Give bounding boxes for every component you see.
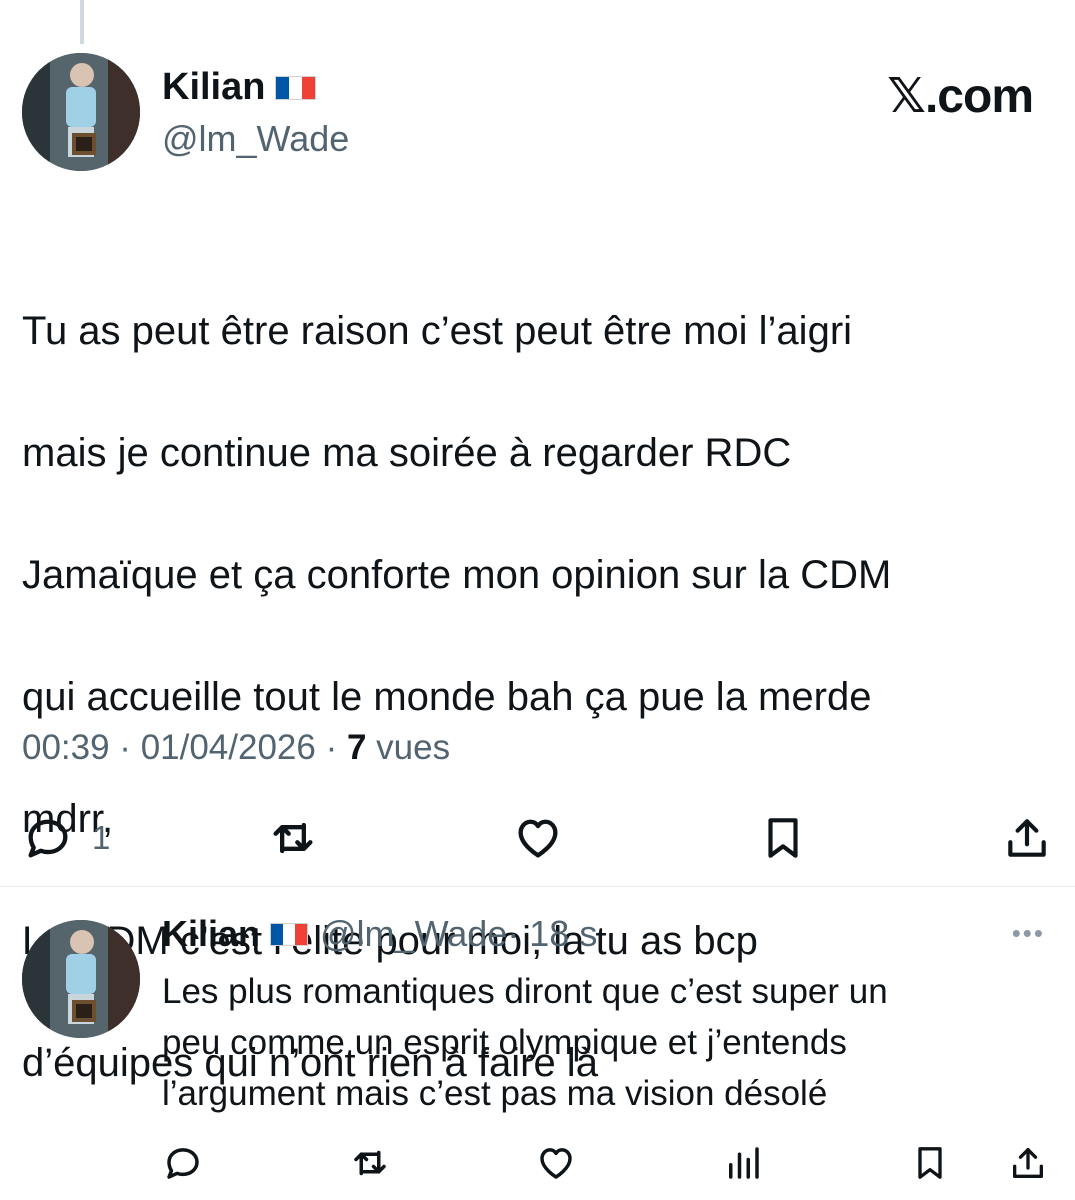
- like-button[interactable]: [534, 1142, 578, 1184]
- tweet-thread-page: Kilian @lm_Wade 𝕏.com Tu as peut être ra…: [0, 0, 1075, 1200]
- bookmark-button[interactable]: [758, 812, 808, 864]
- heart-icon: [540, 1148, 572, 1179]
- reply-author-name[interactable]: Kilian: [162, 913, 260, 955]
- bookmark-icon: [768, 818, 798, 858]
- avatar[interactable]: [22, 53, 140, 171]
- retweet-icon: [273, 822, 313, 854]
- speech-bubble-icon: [28, 819, 68, 858]
- views-button[interactable]: [722, 1142, 764, 1184]
- speech-bubble-icon: [167, 1148, 199, 1179]
- views-count: 7: [346, 728, 367, 767]
- france-flag-icon: [275, 75, 317, 100]
- retweet-button[interactable]: [348, 1142, 392, 1184]
- reply-button[interactable]: [162, 1142, 204, 1184]
- views-label: vues: [366, 728, 451, 767]
- heart-icon: [518, 819, 558, 858]
- share-icon: [1008, 819, 1046, 857]
- tweet-meta: 00:39 · 01/04/2026 · 7 vues: [22, 728, 450, 768]
- retweet-icon: [354, 1150, 386, 1176]
- reply-button[interactable]: 1: [22, 812, 110, 864]
- x-brand-logo: 𝕏.com: [887, 70, 1034, 123]
- thread-connector-line: [80, 0, 84, 44]
- avatar[interactable]: [22, 920, 140, 1038]
- share-button[interactable]: [1008, 1142, 1048, 1184]
- reply-header: Kilian @lm_Wade · 18 s: [162, 913, 597, 955]
- retweet-button[interactable]: [266, 812, 320, 864]
- tweet-text-line: Jamaïque et ça conforte mon opinion sur …: [22, 553, 892, 597]
- author-name-row: Kilian: [162, 66, 317, 109]
- share-button[interactable]: [1002, 812, 1052, 864]
- bookmark-icon: [918, 1147, 942, 1179]
- reply-count: 1: [92, 819, 111, 856]
- like-button[interactable]: [511, 812, 565, 864]
- author-name[interactable]: Kilian: [162, 66, 265, 109]
- bookmark-button[interactable]: [910, 1142, 950, 1184]
- bar-chart-icon: [729, 1147, 759, 1179]
- share-icon: [1013, 1148, 1043, 1178]
- reply-text: Les plus romantiques diront que c’est su…: [162, 972, 888, 1113]
- reply-age[interactable]: · 18 s: [507, 913, 597, 955]
- divider: [0, 886, 1075, 887]
- tweet-text-line: mais je continue ma soirée à regarder RD…: [22, 431, 792, 475]
- reply-author-handle[interactable]: @lm_Wade: [320, 913, 507, 955]
- author-handle[interactable]: @lm_Wade: [162, 118, 349, 160]
- tweet-timestamp[interactable]: 00:39 · 01/04/2026 ·: [22, 728, 347, 767]
- more-options-icon[interactable]: •••: [1012, 918, 1045, 949]
- tweet-text-line: qui accueille tout le monde bah ça pue l…: [22, 675, 872, 719]
- france-flag-icon: [270, 922, 309, 946]
- tweet-text-line: Tu as peut être raison c’est peut être m…: [22, 309, 853, 353]
